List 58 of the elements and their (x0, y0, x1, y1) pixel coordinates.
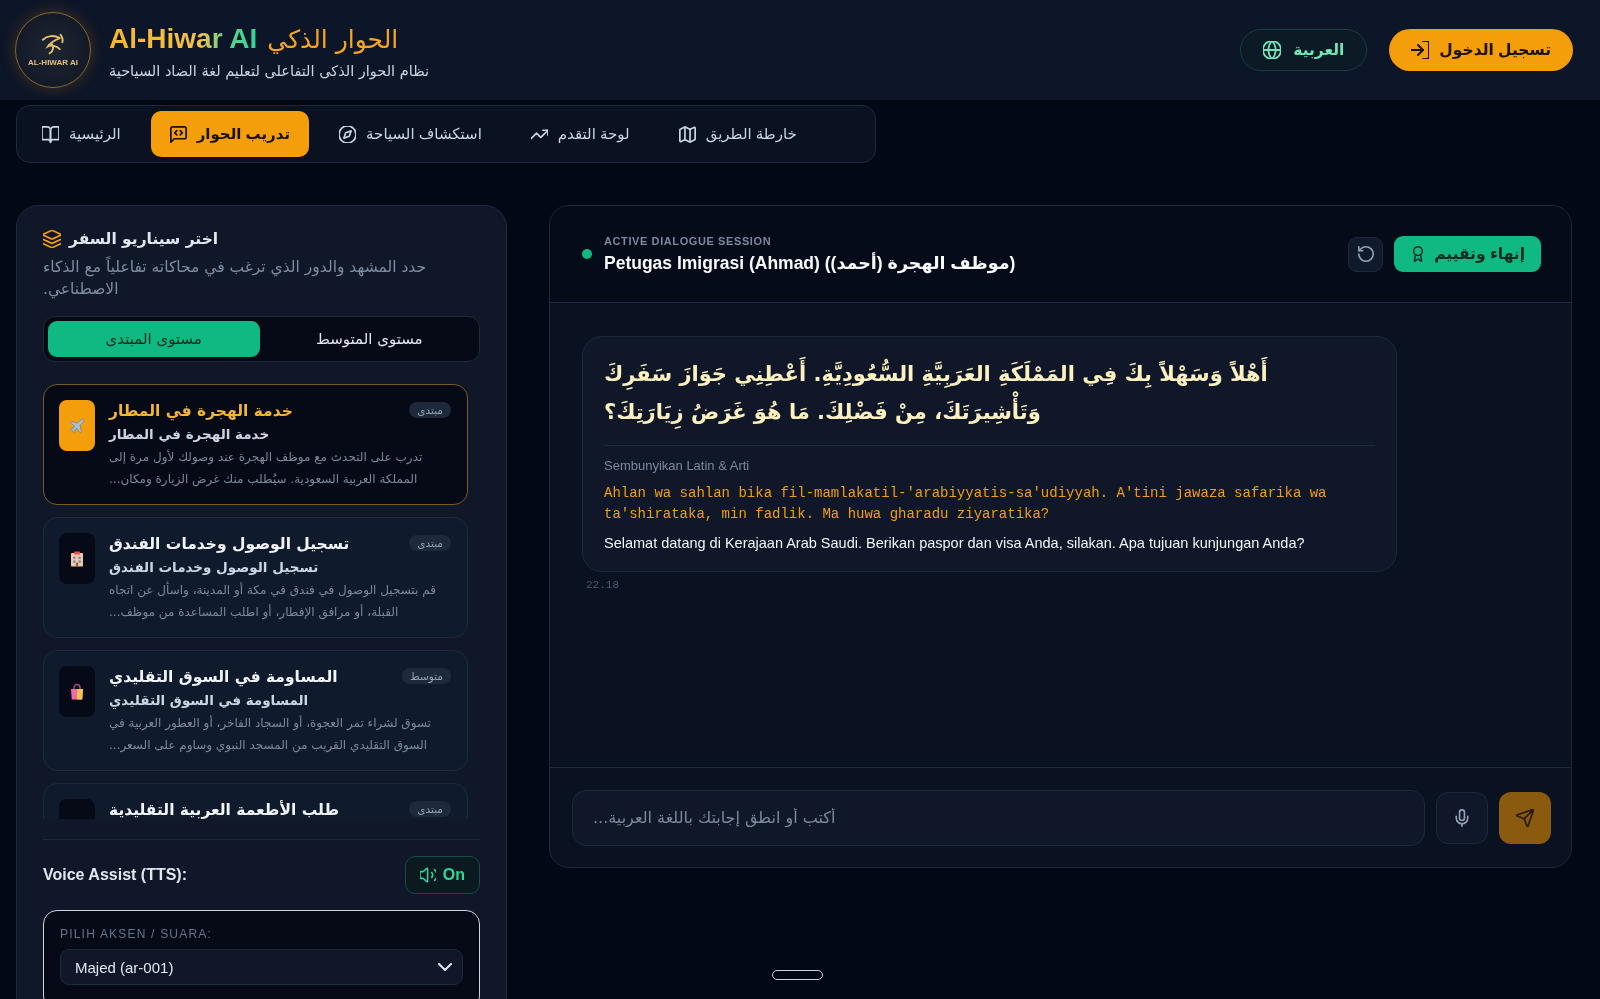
scenario-title: طلب الأطعمة العربية التقليدية (109, 799, 340, 819)
level-tab[interactable]: مستوى المبتدى (48, 321, 260, 357)
reset-button[interactable] (1348, 236, 1384, 272)
scenario-card[interactable]: تسجيل الوصول وخدمات الفندق تسجيل الوصول وخدمات الفندق قم بتسجيل الوصول في فندق في مكة أو المدينة، واسأل عن اتجاه القبلة، أو مرافق الإفطار، أو اطلب المساعدة من موظف... مبتدى (43, 517, 468, 638)
scenario-title: تسجيل الوصول وخدمات الفندق (109, 534, 350, 555)
login-icon (1411, 41, 1430, 59)
globe-icon (1263, 41, 1282, 59)
scenario-title: المساومة في السوق التقليدي (109, 667, 338, 688)
arabic-message: أَهْلاً وَسَهْلاً بِكَ فِي المَمْلَكَةِ العَرَبِيَّةِ السُّعُودِيَّةِ. أَعْطِنِي جَوَازَ سَفَرِكَ وَتَأْشِيرَتَكَ، مِنْ فَضْلِكَ. مَا هُوَ غَرَضُ زِيَارَتِكَ؟ (604, 355, 1375, 431)
send-icon (1516, 808, 1534, 827)
level-badge: مبتدى (409, 402, 451, 418)
nav-tab[interactable]: لوحة التقدم (511, 111, 649, 157)
panel-description: حدد المشهد والدور الذي ترغب في محاكاته تفاعلياً مع الذكاء الاصطناعي. (43, 256, 428, 300)
language-button[interactable]: العربية (1240, 29, 1368, 71)
speaker-icon (419, 867, 436, 883)
chat-code-icon (169, 125, 187, 143)
voice-assist-label: Voice Assist (TTS): (43, 866, 188, 884)
login-button[interactable]: تسجيل الدخول (1389, 29, 1573, 71)
session-title: Petugas Imigrasi (Ahmad) (موظف الهجرة (أحمد)) (604, 252, 1016, 274)
message-time: 22.18 (586, 579, 619, 591)
scenario-title: خدمة الهجرة في المطار (109, 401, 293, 422)
scenario-subtitle: المساومة في السوق التقليدي (109, 691, 309, 711)
calligraphy-icon (39, 32, 67, 55)
transliteration-text: Ahlan wa sahlan bika fil-mamlakatil-'arabiyyatis-sa'udiyyah. A'tini jawaza safarika wa ta'shirataka, min fadlik. Ma huwa gharadu ziyaratika? (604, 484, 1328, 524)
nav-tab[interactable]: تدريب الحوار (150, 111, 310, 157)
mic-icon (1453, 808, 1471, 827)
mic-button[interactable] (1436, 791, 1488, 844)
level-badge: مبتدى (409, 535, 451, 551)
scenario-subtitle: تسجيل الوصول وخدمات الفندق (109, 558, 319, 577)
voice-select[interactable]: Majed (ar-001) (60, 949, 463, 985)
voice-select-label: PILIH AKSEN / SUARA: (60, 927, 214, 941)
shopping-bag-icon (59, 666, 95, 717)
scenario-card[interactable]: طلب الأطعمة العربية التقليدية مبتدى (43, 783, 468, 819)
scenario-subtitle: خدمة الهجرة في المطار (109, 425, 270, 444)
panel-title: اختر سيناريو السفر (69, 230, 219, 248)
nav-tab[interactable]: خارطة الطريق (659, 111, 816, 157)
chevron-down-icon (438, 963, 452, 971)
logo-caption: AL-HIWAR AI (28, 57, 78, 68)
translation-text: Selamat datang di Kerajaan Arab Saudi. Berikan paspor dan visa Anda, silakan. Apa tujuan kunjungan Anda? (604, 534, 1306, 553)
map-icon (678, 125, 696, 143)
hotel-icon (59, 533, 95, 584)
compass-icon (339, 125, 357, 143)
scenario-description: قم بتسجيل الوصول في فندق في مكة أو المدينة، واسأل عن اتجاه القبلة، أو مرافق الإفطار، أو اطلب المساعدة من موظف... (109, 580, 437, 622)
level-tab[interactable]: مستوى المتوسط (263, 321, 475, 357)
book-icon (42, 125, 59, 143)
finish-button[interactable]: إنهاء وتقييم (1394, 236, 1541, 272)
reset-icon (1357, 246, 1374, 262)
airplane-icon (59, 400, 95, 451)
hide-translation-link[interactable]: Sembunyikan Latin & Arti (604, 458, 750, 473)
session-status: ACTIVE DIALOGUE SESSION (604, 234, 773, 247)
level-badge: متوسط (402, 668, 451, 684)
app-subtitle: نظام الحوار الذكى التفاعلى لتعليم لغة الضاد السياحية (109, 62, 430, 79)
layers-icon (43, 230, 61, 248)
nav-tab[interactable]: استكشاف السياحة (320, 111, 501, 157)
nav-tab[interactable]: الرئيسية (23, 111, 140, 157)
brand-name-arabic: الحوار الذكي (267, 23, 399, 56)
voice-toggle[interactable]: On (404, 856, 480, 894)
level-badge: مبتدى (409, 801, 451, 817)
